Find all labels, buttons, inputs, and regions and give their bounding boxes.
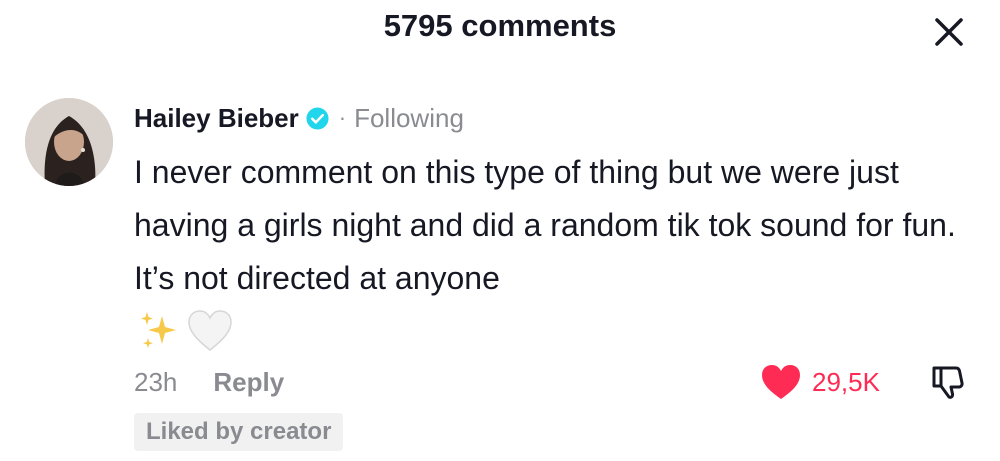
comment-count-title: 5795 comments [383,8,617,43]
liked-by-creator-badge: Liked by creator [134,413,344,451]
like-count: 29,5K [812,366,880,397]
verified-badge-icon [306,106,329,130]
thumbs-down-icon [932,366,964,399]
comment-author-row: Hailey Bieber · Following [134,100,464,136]
comment-emojis [136,306,234,356]
like-button[interactable]: 29,5K [760,362,880,402]
sparkles-icon [141,312,176,348]
following-status: Following [354,102,464,133]
avatar-photo [25,98,113,186]
close-button[interactable] [930,14,968,50]
close-icon [935,18,963,46]
heart-filled-icon [762,365,800,399]
comment-text: I never comment on this type of thing bu… [134,154,956,296]
comment-meta-row: 23h Reply [134,362,284,402]
reply-button[interactable]: Reply [213,367,284,398]
white-heart-icon [188,310,232,351]
avatar[interactable] [25,98,113,186]
comments-header: 5795 comments [0,0,1000,60]
comment-time: 23h [134,366,178,397]
separator-dot: · [338,105,347,130]
username[interactable]: Hailey Bieber [134,103,299,134]
dislike-button[interactable] [928,362,968,402]
